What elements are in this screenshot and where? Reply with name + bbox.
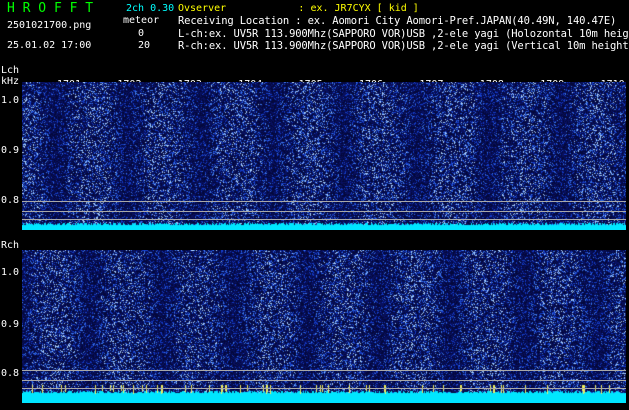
lch-ref-line — [22, 211, 626, 212]
rch-ref-line — [22, 380, 626, 381]
lch-ref-line — [22, 219, 626, 220]
lch-ytick-1.0: 1.0 — [1, 95, 20, 106]
lch-ytick-0.9: 0.9 — [1, 145, 20, 156]
lch-info-line: L-ch:ex. UV5R 113.900Mhz(SAPPORO VOR)USB… — [178, 28, 629, 40]
datetime-label: 25.01.02 17:00 — [7, 40, 92, 51]
app-title: H R O F F T — [7, 1, 94, 16]
version-label: 2ch 0.30 — [126, 3, 175, 14]
rch-info-line: R-ch:ex. UV5R 113.900Mhz(SAPPORO VOR)USB… — [178, 40, 629, 52]
rch-ytick-1.0: 1.0 — [1, 267, 20, 278]
lch-spectrogram — [22, 82, 626, 230]
rch-ref-line — [22, 370, 626, 371]
lch-ref-line — [22, 201, 626, 202]
lch-label: Lch — [1, 65, 20, 76]
rch-label: Rch — [1, 240, 20, 251]
khz-unit-label: kHz — [1, 76, 20, 87]
rch-ref-line — [22, 388, 626, 389]
rch-ytick-0.9: 0.9 — [1, 319, 20, 330]
rch-count: 20 — [138, 40, 151, 51]
lch-count: 0 — [138, 28, 145, 39]
lch-ytick-0.8: 0.8 — [1, 195, 20, 206]
location-line: Receiving Location : ex. Aomori City Aom… — [178, 15, 617, 27]
mode-label: meteor — [123, 15, 160, 26]
filename-label: 2501021700.png — [7, 20, 92, 31]
rch-ytick-0.8: 0.8 — [1, 368, 20, 379]
observer-line: Ovserver : ex. JR7CYX [ kid ] — [178, 3, 419, 14]
